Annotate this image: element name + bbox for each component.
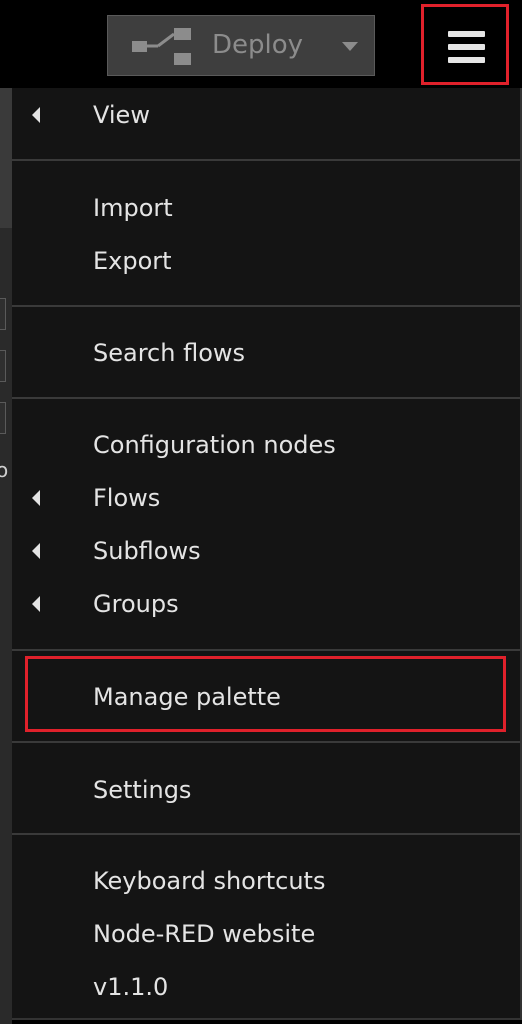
menu-item-view[interactable]: View — [12, 89, 520, 141]
menu-item-manage-palette[interactable]: Manage palette — [12, 671, 520, 723]
chevron-down-icon[interactable] — [342, 42, 358, 51]
menu-item-search-flows[interactable]: Search flows — [12, 327, 520, 379]
menu-item-label: Manage palette — [93, 683, 281, 711]
menu-divider — [12, 649, 520, 651]
menu-divider — [12, 159, 520, 161]
workspace-edge-node — [0, 350, 6, 382]
menu-item-groups[interactable]: Groups — [12, 578, 520, 630]
menu-item-configuration-nodes[interactable]: Configuration nodes — [12, 419, 520, 471]
workspace-edge-text: l — [0, 510, 2, 534]
deploy-icon — [132, 28, 191, 65]
workspace-edge-node — [0, 298, 6, 330]
caret-left-icon — [32, 490, 40, 506]
menu-item-label: Settings — [93, 776, 192, 804]
menu-item-version: v1.1.0 — [12, 961, 520, 1013]
menu-item-import[interactable]: Import — [12, 182, 520, 234]
header-bar: Deploy — [0, 0, 522, 88]
menu-item-label: Groups — [93, 590, 179, 618]
workspace-edge-text: o — [0, 458, 9, 482]
menu-item-subflows[interactable]: Subflows — [12, 525, 520, 577]
deploy-label: Deploy — [212, 30, 304, 60]
app-window: Deploy o l View Import Export — [0, 0, 522, 1024]
workspace-edge-node — [0, 402, 6, 434]
menu-item-settings[interactable]: Settings — [12, 764, 520, 816]
menu-item-label: Node-RED website — [93, 920, 316, 948]
menu-item-label: Export — [93, 247, 172, 275]
main-menu-dropdown: View Import Export Search flows Configur… — [12, 88, 522, 1020]
hamburger-icon — [448, 31, 485, 63]
menu-divider — [12, 305, 520, 307]
menu-divider — [12, 833, 520, 835]
workspace-edge: o l — [0, 88, 12, 1024]
menu-item-nodered-website[interactable]: Node-RED website — [12, 908, 520, 960]
workspace-edge-panel — [0, 88, 12, 228]
deploy-button[interactable]: Deploy — [107, 15, 375, 76]
menu-item-keyboard-shortcuts[interactable]: Keyboard shortcuts — [12, 855, 520, 907]
menu-item-label: Import — [93, 194, 173, 222]
menu-item-label: Search flows — [93, 339, 246, 367]
menu-item-label: Flows — [93, 484, 161, 512]
menu-divider — [12, 397, 520, 399]
main-menu-button[interactable] — [421, 4, 509, 85]
menu-item-label: Subflows — [93, 537, 201, 565]
menu-item-export[interactable]: Export — [12, 235, 520, 287]
menu-item-flows[interactable]: Flows — [12, 472, 520, 524]
menu-divider — [12, 741, 520, 743]
caret-left-icon — [32, 543, 40, 559]
caret-left-icon — [32, 596, 40, 612]
menu-item-label: View — [93, 101, 150, 129]
version-label: v1.1.0 — [93, 973, 169, 1001]
caret-left-icon — [32, 107, 40, 123]
menu-item-label: Configuration nodes — [93, 431, 336, 459]
menu-item-label: Keyboard shortcuts — [93, 867, 326, 895]
